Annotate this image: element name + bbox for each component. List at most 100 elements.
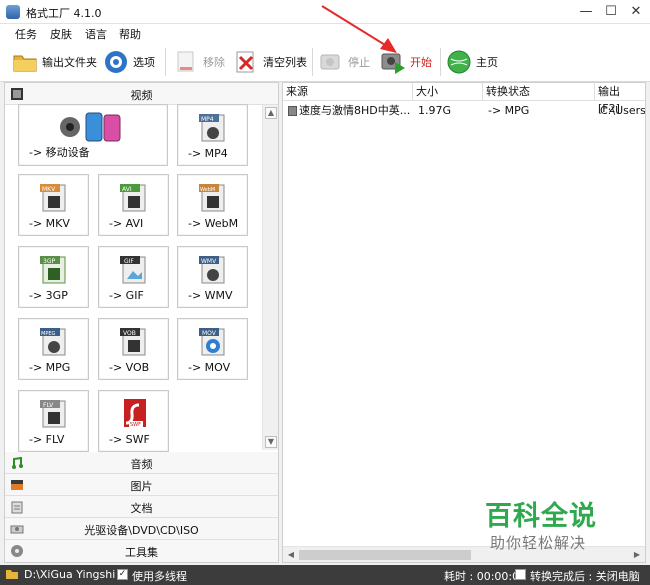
- toolbar-separator: [440, 48, 441, 76]
- tile-gif[interactable]: GIF -> GIF: [98, 246, 169, 308]
- gif-icon: GIF: [117, 253, 151, 290]
- tile-wmv[interactable]: WMV -> WMV: [177, 246, 248, 308]
- maximize-button[interactable]: ☐: [601, 3, 621, 21]
- task-list: 来源 大小 转换状态 输出 [F2] 速度与激情8HD中英... 1.97G -…: [282, 82, 646, 563]
- tile-mkv[interactable]: MKV -> MKV: [18, 174, 89, 236]
- tile-avi[interactable]: AVI -> AVI: [98, 174, 169, 236]
- wmv-icon: WMV: [196, 253, 230, 290]
- multithread-checkbox[interactable]: ✓: [117, 569, 128, 580]
- row-output: C:\Users\...: [600, 104, 645, 117]
- flv-icon: FLV: [37, 397, 71, 434]
- output-path[interactable]: D:\XiGua Yingshi: [24, 568, 115, 581]
- tile-scrollbar[interactable]: ▲ ▼: [262, 105, 278, 450]
- svg-text:FLV: FLV: [43, 402, 54, 409]
- menu-task[interactable]: 任务: [15, 26, 37, 42]
- tile-label: -> SWF: [109, 433, 150, 446]
- output-folder-label: 输出文件夹: [42, 56, 97, 69]
- tile-label: -> WMV: [188, 289, 233, 302]
- start-button[interactable]: 开始: [380, 46, 432, 78]
- tile-label: -> FLV: [29, 433, 65, 446]
- tile-3gp[interactable]: 3GP -> 3GP: [18, 246, 89, 308]
- tile-label: -> MPG: [29, 361, 71, 374]
- start-icon: [380, 49, 406, 75]
- clear-list-icon: [233, 49, 259, 75]
- category-video[interactable]: 视频: [5, 83, 278, 105]
- toolbar-separator: [312, 48, 313, 76]
- stop-label: 停止: [348, 56, 370, 69]
- category-label: 图片: [130, 480, 153, 493]
- toolbar-separator: [165, 48, 166, 76]
- clear-list-label: 清空列表: [263, 56, 307, 69]
- avi-icon: AVI: [117, 181, 151, 218]
- options-button[interactable]: 选项: [103, 46, 155, 78]
- tile-label: -> MKV: [29, 217, 70, 230]
- remove-icon: [173, 49, 199, 75]
- svg-text:MOV: MOV: [202, 330, 217, 337]
- scroll-thumb[interactable]: [299, 550, 471, 560]
- list-horizontal-scrollbar[interactable]: ◀ ▶: [283, 546, 645, 562]
- category-optical-drive[interactable]: 光驱设备\DVD\CD\ISO: [5, 518, 278, 540]
- category-audio[interactable]: 音频: [5, 452, 278, 474]
- watermark-subtitle: 助你轻松解决: [490, 534, 587, 552]
- tile-flv[interactable]: FLV -> FLV: [18, 390, 89, 452]
- row-source: 速度与激情8HD中英...: [285, 102, 413, 120]
- window-title: 格式工厂 4.1.0: [26, 7, 102, 20]
- row-size: 1.97G: [418, 104, 452, 117]
- tile-swf[interactable]: SWF -> SWF: [98, 390, 169, 452]
- menu-skin[interactable]: 皮肤: [50, 26, 72, 42]
- svg-text:SWF: SWF: [130, 422, 141, 428]
- svg-text:AVI: AVI: [122, 186, 132, 193]
- close-button[interactable]: ✕: [626, 3, 646, 21]
- column-output[interactable]: 输出 [F2]: [595, 83, 645, 115]
- file-icon: [288, 106, 297, 116]
- mp4-icon: MP4: [196, 111, 230, 148]
- svg-text:3GP: 3GP: [43, 258, 55, 265]
- svg-text:VOB: VOB: [123, 330, 136, 337]
- category-label: 视频: [130, 89, 153, 102]
- multithread-label: 使用多线程: [132, 570, 187, 583]
- menu-bar: 任务 皮肤 语言 帮助: [0, 24, 650, 42]
- menu-help[interactable]: 帮助: [119, 26, 141, 42]
- scroll-up-icon[interactable]: ▲: [265, 107, 277, 119]
- row-source-text: 速度与激情8HD中英...: [299, 104, 411, 117]
- row-status: -> MPG: [488, 104, 530, 117]
- tile-mobile-device[interactable]: -> 移动设备: [18, 104, 168, 166]
- column-source[interactable]: 来源: [283, 83, 413, 101]
- swf-icon: SWF: [117, 397, 151, 434]
- output-folder-button[interactable]: 输出文件夹: [12, 46, 97, 78]
- menu-language[interactable]: 语言: [85, 26, 107, 42]
- tile-label: -> MP4: [188, 147, 228, 160]
- start-label: 开始: [410, 56, 432, 69]
- options-icon: [103, 49, 129, 75]
- clear-list-button[interactable]: 清空列表: [233, 46, 307, 78]
- options-label: 选项: [133, 56, 155, 69]
- category-image[interactable]: 图片: [5, 474, 278, 496]
- tile-mp4[interactable]: MP4 -> MP4: [177, 104, 248, 166]
- scroll-right-icon[interactable]: ▶: [631, 549, 643, 561]
- tile-vob[interactable]: VOB -> VOB: [98, 318, 169, 380]
- svg-text:GIF: GIF: [124, 258, 134, 265]
- tile-mpg[interactable]: MPEG -> MPG: [18, 318, 89, 380]
- minimize-button[interactable]: —: [576, 3, 596, 21]
- svg-text:MP4: MP4: [201, 116, 214, 123]
- tile-label: -> 3GP: [29, 289, 68, 302]
- column-size[interactable]: 大小: [413, 83, 483, 101]
- remove-button[interactable]: 移除: [173, 46, 225, 78]
- category-label: 音频: [130, 458, 153, 471]
- home-button[interactable]: 主页: [446, 46, 498, 78]
- tile-label: -> VOB: [109, 361, 150, 374]
- category-label: 光驱设备\DVD\CD\ISO: [84, 524, 199, 537]
- scroll-left-icon[interactable]: ◀: [285, 549, 297, 561]
- stop-button[interactable]: 停止: [318, 46, 370, 78]
- category-document[interactable]: 文档: [5, 496, 278, 518]
- svg-text:WebM: WebM: [200, 187, 215, 193]
- column-status[interactable]: 转换状态: [483, 83, 595, 101]
- scroll-down-icon[interactable]: ▼: [265, 436, 277, 448]
- mpg-icon: MPEG: [37, 325, 71, 362]
- folder-small-icon: [5, 568, 19, 583]
- category-toolbox[interactable]: 工具集: [5, 540, 278, 562]
- tile-webm[interactable]: WebM -> WebM: [177, 174, 248, 236]
- tile-mov[interactable]: MOV -> MOV: [177, 318, 248, 380]
- after-done-checkbox[interactable]: [515, 569, 526, 580]
- app-logo-icon: [6, 5, 20, 19]
